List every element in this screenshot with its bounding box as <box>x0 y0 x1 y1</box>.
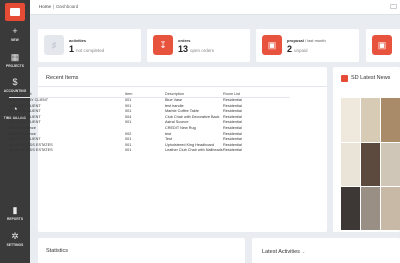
sidebar-item-label: NEW <box>11 38 19 42</box>
table-cell: 001 <box>125 148 132 153</box>
stat-card-activities[interactable]: ♯ activities 1 not completed <box>38 29 141 62</box>
news-image[interactable] <box>381 143 400 186</box>
panel-divider <box>38 86 327 87</box>
latest-activities-title: Latest Activities ⌄ <box>262 248 305 256</box>
top-bar: Home | Dashboard <box>30 0 400 15</box>
stat-number: 2 <box>287 44 293 54</box>
chat-icon[interactable] <box>390 4 397 9</box>
news-image[interactable] <box>381 98 400 142</box>
news-image[interactable] <box>341 187 360 230</box>
dollar-icon: $ <box>12 77 18 87</box>
stat-value: 13 open orders <box>178 43 214 55</box>
stat-value: 1 not completed <box>69 43 104 55</box>
news-icon <box>341 75 348 82</box>
table-row[interactable]: QUAILWOODS ESTATES 001 Leather Club Chair … <box>9 148 290 154</box>
bell-icon: ♯ <box>44 35 64 55</box>
latest-activities-label: Latest Activities <box>262 249 300 255</box>
breadcrumb-home[interactable]: Home <box>39 4 51 9</box>
building-icon: ▦ <box>10 52 20 62</box>
sidebar-item-accounting[interactable]: $ ACCOUNTING <box>0 77 30 93</box>
news-image[interactable] <box>341 98 360 142</box>
briefcase-icon: ▣ <box>372 35 392 55</box>
briefcase-icon: ▣ <box>262 35 282 55</box>
breadcrumb-current: Dashboard <box>56 4 79 9</box>
news-image[interactable] <box>361 98 380 142</box>
stat-card-extra[interactable]: ▣ <box>366 29 400 62</box>
sidebar-item-label: SETTINGS <box>6 243 24 247</box>
latest-activities-panel: Latest Activities ⌄ <box>252 238 400 263</box>
stat-number: 13 <box>178 44 189 54</box>
statistics-panel: Statistics <box>38 238 245 263</box>
news-image[interactable] <box>381 187 400 230</box>
table-cell: Residential <box>223 148 242 153</box>
news-image[interactable] <box>361 187 380 230</box>
stat-number: 1 <box>69 44 75 54</box>
news-title: SD Latest News <box>351 75 391 81</box>
sidebar-item-settings[interactable]: ✲ SETTINGS <box>0 231 30 247</box>
breadcrumb: Home | Dashboard <box>39 4 78 10</box>
stat-card-proposal[interactable]: ▣ proposal / last month 2 unpaid <box>256 29 359 62</box>
news-image-grid[interactable] <box>341 98 400 230</box>
sidebar-item-reports[interactable]: ▮ REPORTS <box>0 205 30 221</box>
sidebar-item-new[interactable]: + NEW <box>0 26 30 42</box>
news-image[interactable] <box>341 143 360 186</box>
stat-card-orders[interactable]: ↧ orders 13 open orders <box>147 29 250 62</box>
table-cell: Leather Club Chair with Nailheads <box>165 148 223 153</box>
download-icon: ↧ <box>153 35 173 55</box>
chevron-down-icon[interactable]: ⌄ <box>302 249 305 254</box>
chart-icon: ▮ <box>12 205 18 215</box>
app-logo[interactable] <box>5 3 25 21</box>
sidebar-item-projects[interactable]: ▦ PROJECTS <box>0 52 30 68</box>
gear-icon: ✲ <box>11 231 19 241</box>
statistics-title: Statistics <box>46 248 69 254</box>
table-cell: QUAILWOODS ESTATES <box>9 148 53 153</box>
sidebar-item-label: REPORTS <box>6 217 24 221</box>
plus-icon: + <box>12 26 18 36</box>
news-image[interactable] <box>361 143 380 186</box>
recent-items-table: Client/Project Item Description Room List P… <box>9 92 290 154</box>
breadcrumb-separator: | <box>53 4 55 9</box>
sidebar-item-label: PROJECTS <box>6 64 24 68</box>
stat-label: open orders <box>190 48 215 53</box>
stat-label: not completed <box>76 48 105 53</box>
stat-label: unpaid <box>294 48 308 53</box>
stat-value: 2 unpaid <box>287 43 308 55</box>
recent-items-title: Recent Items <box>46 75 79 81</box>
